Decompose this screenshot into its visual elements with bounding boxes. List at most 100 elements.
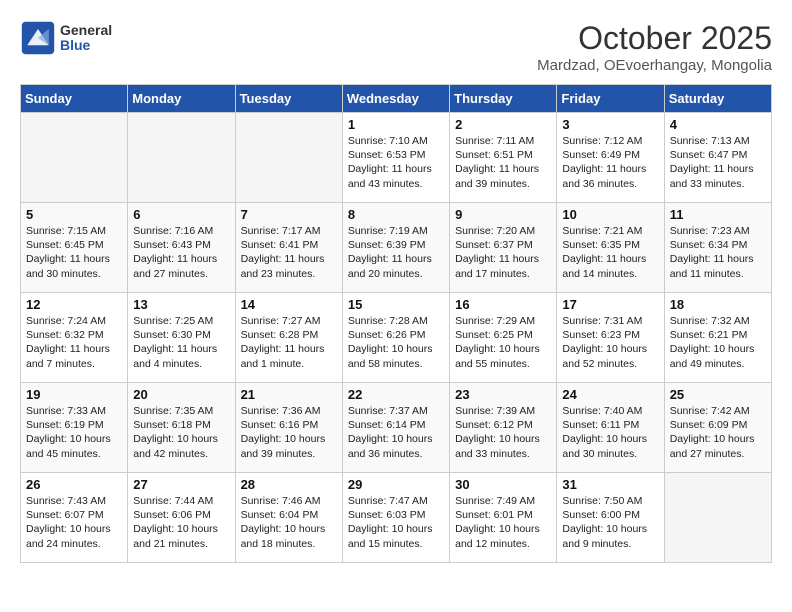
day-info: Sunrise: 7:44 AM Sunset: 6:06 PM Dayligh… [133, 494, 229, 551]
calendar-cell: 17 Sunrise: 7:31 AM Sunset: 6:23 PM Dayli… [557, 293, 664, 383]
weekday-header: Tuesday [235, 85, 342, 113]
day-info: Sunrise: 7:36 AM Sunset: 6:16 PM Dayligh… [241, 404, 337, 461]
day-number: 8 [348, 207, 444, 222]
calendar-table: SundayMondayTuesdayWednesdayThursdayFrid… [20, 84, 772, 563]
logo-text: General Blue [60, 23, 112, 54]
calendar-cell: 2 Sunrise: 7:11 AM Sunset: 6:51 PM Daylig… [450, 113, 557, 203]
logo-icon [20, 20, 56, 56]
day-info: Sunrise: 7:50 AM Sunset: 6:00 PM Dayligh… [562, 494, 658, 551]
calendar-cell: 23 Sunrise: 7:39 AM Sunset: 6:12 PM Dayli… [450, 383, 557, 473]
day-number: 25 [670, 387, 766, 402]
calendar-cell [235, 113, 342, 203]
calendar-cell: 9 Sunrise: 7:20 AM Sunset: 6:37 PM Daylig… [450, 203, 557, 293]
weekday-header: Saturday [664, 85, 771, 113]
weekday-header: Wednesday [342, 85, 449, 113]
day-info: Sunrise: 7:32 AM Sunset: 6:21 PM Dayligh… [670, 314, 766, 371]
day-number: 11 [670, 207, 766, 222]
day-number: 24 [562, 387, 658, 402]
day-number: 17 [562, 297, 658, 312]
day-info: Sunrise: 7:31 AM Sunset: 6:23 PM Dayligh… [562, 314, 658, 371]
day-number: 2 [455, 117, 551, 132]
weekday-header: Thursday [450, 85, 557, 113]
calendar-cell: 6Sunrise: 7:16 AM Sunset: 6:43 PM Daylig… [128, 203, 235, 293]
day-number: 4 [670, 117, 766, 132]
day-info: Sunrise: 7:49 AM Sunset: 6:01 PM Dayligh… [455, 494, 551, 551]
calendar-cell: 14Sunrise: 7:27 AM Sunset: 6:28 PM Dayli… [235, 293, 342, 383]
day-number: 10 [562, 207, 658, 222]
calendar-week-row: 19 Sunrise: 7:33 AM Sunset: 6:19 PM Dayli… [21, 383, 772, 473]
calendar-cell: 3Sunrise: 7:12 AM Sunset: 6:49 PM Daylig… [557, 113, 664, 203]
day-info: Sunrise: 7:43 AM Sunset: 6:07 PM Dayligh… [26, 494, 122, 551]
day-info: Sunrise: 7:29 AM Sunset: 6:25 PM Dayligh… [455, 314, 551, 371]
calendar-cell [128, 113, 235, 203]
day-info: Sunrise: 7:39 AM Sunset: 6:12 PM Dayligh… [455, 404, 551, 461]
calendar-cell [664, 473, 771, 563]
calendar-cell: 12 Sunrise: 7:24 AM Sunset: 6:32 PM Dayli… [21, 293, 128, 383]
day-number: 23 [455, 387, 551, 402]
day-number: 13 [133, 297, 229, 312]
day-number: 15 [348, 297, 444, 312]
title-block: October 2025 Mardzad, OEvoerhangay, Mong… [537, 20, 772, 74]
day-number: 6 [133, 207, 229, 222]
day-info: Sunrise: 7:12 AM Sunset: 6:49 PM Dayligh… [562, 134, 658, 191]
day-info: Sunrise: 7:17 AM Sunset: 6:41 PM Dayligh… [241, 224, 337, 281]
day-info: Sunrise: 7:47 AM Sunset: 6:03 PM Dayligh… [348, 494, 444, 551]
day-info: Sunrise: 7:13 AM Sunset: 6:47 PM Dayligh… [670, 134, 766, 191]
day-info: Sunrise: 7:24 AM Sunset: 6:32 PM Dayligh… [26, 314, 122, 371]
logo-blue: Blue [60, 38, 112, 53]
calendar-cell: 22 Sunrise: 7:37 AM Sunset: 6:14 PM Dayli… [342, 383, 449, 473]
calendar-cell: 30 Sunrise: 7:49 AM Sunset: 6:01 PM Dayli… [450, 473, 557, 563]
day-info: Sunrise: 7:23 AM Sunset: 6:34 PM Dayligh… [670, 224, 766, 281]
calendar-cell: 13Sunrise: 7:25 AM Sunset: 6:30 PM Dayli… [128, 293, 235, 383]
day-info: Sunrise: 7:40 AM Sunset: 6:11 PM Dayligh… [562, 404, 658, 461]
day-number: 27 [133, 477, 229, 492]
day-info: Sunrise: 7:37 AM Sunset: 6:14 PM Dayligh… [348, 404, 444, 461]
day-number: 12 [26, 297, 122, 312]
weekday-header: Sunday [21, 85, 128, 113]
calendar-cell: 16 Sunrise: 7:29 AM Sunset: 6:25 PM Dayli… [450, 293, 557, 383]
day-info: Sunrise: 7:11 AM Sunset: 6:51 PM Dayligh… [455, 134, 551, 191]
weekday-header: Friday [557, 85, 664, 113]
calendar-cell: 27 Sunrise: 7:44 AM Sunset: 6:06 PM Dayli… [128, 473, 235, 563]
day-info: Sunrise: 7:28 AM Sunset: 6:26 PM Dayligh… [348, 314, 444, 371]
calendar-cell: 20Sunrise: 7:35 AM Sunset: 6:18 PM Dayli… [128, 383, 235, 473]
day-info: Sunrise: 7:20 AM Sunset: 6:37 PM Dayligh… [455, 224, 551, 281]
day-number: 29 [348, 477, 444, 492]
calendar-week-row: 26 Sunrise: 7:43 AM Sunset: 6:07 PM Dayli… [21, 473, 772, 563]
day-number: 19 [26, 387, 122, 402]
weekday-header: Monday [128, 85, 235, 113]
day-info: Sunrise: 7:42 AM Sunset: 6:09 PM Dayligh… [670, 404, 766, 461]
weekday-header-row: SundayMondayTuesdayWednesdayThursdayFrid… [21, 85, 772, 113]
day-number: 26 [26, 477, 122, 492]
day-number: 30 [455, 477, 551, 492]
day-info: Sunrise: 7:21 AM Sunset: 6:35 PM Dayligh… [562, 224, 658, 281]
calendar-cell: 10 Sunrise: 7:21 AM Sunset: 6:35 PM Dayli… [557, 203, 664, 293]
calendar-cell: 19 Sunrise: 7:33 AM Sunset: 6:19 PM Dayli… [21, 383, 128, 473]
day-number: 22 [348, 387, 444, 402]
calendar-cell: 4 Sunrise: 7:13 AM Sunset: 6:47 PM Daylig… [664, 113, 771, 203]
day-number: 21 [241, 387, 337, 402]
calendar-cell: 29 Sunrise: 7:47 AM Sunset: 6:03 PM Dayli… [342, 473, 449, 563]
calendar-week-row: 1Sunrise: 7:10 AM Sunset: 6:53 PM Daylig… [21, 113, 772, 203]
day-info: Sunrise: 7:10 AM Sunset: 6:53 PM Dayligh… [348, 134, 444, 191]
calendar-week-row: 12 Sunrise: 7:24 AM Sunset: 6:32 PM Dayli… [21, 293, 772, 383]
calendar-cell [21, 113, 128, 203]
day-number: 28 [241, 477, 337, 492]
day-info: Sunrise: 7:33 AM Sunset: 6:19 PM Dayligh… [26, 404, 122, 461]
month-title: October 2025 [537, 20, 772, 57]
day-info: Sunrise: 7:46 AM Sunset: 6:04 PM Dayligh… [241, 494, 337, 551]
calendar-cell: 5Sunrise: 7:15 AM Sunset: 6:45 PM Daylig… [21, 203, 128, 293]
calendar-week-row: 5Sunrise: 7:15 AM Sunset: 6:45 PM Daylig… [21, 203, 772, 293]
calendar-cell: 11 Sunrise: 7:23 AM Sunset: 6:34 PM Dayli… [664, 203, 771, 293]
day-number: 18 [670, 297, 766, 312]
calendar-cell: 28 Sunrise: 7:46 AM Sunset: 6:04 PM Dayli… [235, 473, 342, 563]
logo-general: General [60, 23, 112, 38]
day-number: 9 [455, 207, 551, 222]
day-info: Sunrise: 7:19 AM Sunset: 6:39 PM Dayligh… [348, 224, 444, 281]
day-number: 7 [241, 207, 337, 222]
calendar-cell: 18 Sunrise: 7:32 AM Sunset: 6:21 PM Dayli… [664, 293, 771, 383]
day-number: 16 [455, 297, 551, 312]
calendar-cell: 31Sunrise: 7:50 AM Sunset: 6:00 PM Dayli… [557, 473, 664, 563]
calendar-cell: 8 Sunrise: 7:19 AM Sunset: 6:39 PM Daylig… [342, 203, 449, 293]
day-info: Sunrise: 7:15 AM Sunset: 6:45 PM Dayligh… [26, 224, 122, 281]
